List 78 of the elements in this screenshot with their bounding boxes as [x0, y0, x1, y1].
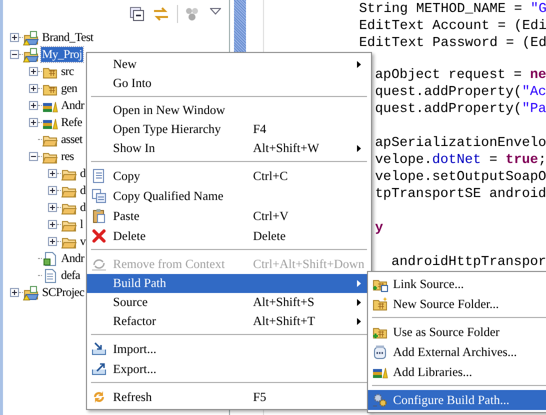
- collapse-icon[interactable]: [10, 50, 19, 59]
- project-folder-icon: [23, 30, 39, 46]
- documents-icon: [91, 188, 107, 204]
- tree-item[interactable]: Andr: [60, 98, 86, 113]
- expand-icon[interactable]: [48, 220, 57, 229]
- code-line: quest.addProperty("Ac: [375, 84, 546, 101]
- import-icon: [91, 341, 107, 357]
- document-icon: [42, 268, 58, 284]
- menu-item[interactable]: Delete Delete: [87, 226, 371, 246]
- tree-item[interactable]: Refe: [60, 115, 84, 130]
- tree-item[interactable]: v: [79, 234, 87, 249]
- tree-item[interactable]: gen: [60, 81, 78, 96]
- tree-item[interactable]: My_Proj: [41, 47, 83, 62]
- menu-item[interactable]: Show In Alt+Shift+W: [87, 139, 371, 158]
- menu-item[interactable]: Copy Ctrl+C: [87, 166, 371, 186]
- project-folder-icon: [23, 284, 39, 300]
- tree-item[interactable]: defa: [60, 268, 82, 283]
- menu-item[interactable]: Copy Qualified Name: [87, 186, 371, 206]
- expand-icon[interactable]: [48, 203, 57, 212]
- menu-item[interactable]: Open in New Window: [87, 101, 371, 120]
- dropdown-icon[interactable]: [210, 8, 221, 14]
- menu-item[interactable]: Import...: [87, 339, 371, 359]
- code-line: quest.addProperty("Pa: [375, 101, 546, 118]
- menu-item[interactable]: Go Into: [87, 74, 371, 93]
- tree-item[interactable]: SCProjec: [41, 285, 86, 300]
- collapse-icon[interactable]: [29, 152, 38, 161]
- code-line: velope.setOutputSoapO: [375, 169, 546, 186]
- tree-item[interactable]: res: [60, 149, 75, 164]
- tree-item[interactable]: l: [79, 217, 84, 232]
- document-icon: [42, 250, 58, 266]
- menu-item[interactable]: Use as Source Folder: [368, 322, 546, 342]
- code-line: androidHttpTranspor: [390, 254, 546, 271]
- menu-item[interactable]: Add Libraries...: [368, 362, 546, 382]
- package-folder-icon: [372, 296, 388, 312]
- tree-item[interactable]: d: [79, 200, 87, 215]
- expand-icon[interactable]: [10, 33, 19, 42]
- refresh-icon: [91, 389, 107, 405]
- code-line: EditText Account = (Edi: [359, 18, 546, 35]
- expand-icon[interactable]: [29, 118, 38, 127]
- export-icon: [91, 361, 107, 377]
- paste-icon: [91, 208, 107, 224]
- tree-item[interactable]: d: [79, 183, 87, 198]
- tree-item[interactable]: src: [60, 64, 75, 79]
- collapse-all-icon[interactable]: [129, 6, 145, 22]
- code-line: EditText Password = (Ed: [359, 35, 546, 52]
- menu-item[interactable]: Add External Archives...: [368, 342, 546, 362]
- menu-item[interactable]: Configure Build Path...: [368, 390, 546, 410]
- expand-icon[interactable]: [29, 101, 38, 110]
- expand-icon[interactable]: [29, 67, 38, 76]
- menu-item[interactable]: Source Alt+Shift+S: [87, 293, 371, 312]
- delete-icon: [91, 228, 107, 244]
- menu-item[interactable]: New: [87, 55, 371, 74]
- expand-icon[interactable]: [48, 237, 57, 246]
- menu-item[interactable]: Refactor Alt+Shift+T: [87, 312, 371, 331]
- code-line: String METHOD_NAME = "G: [359, 1, 546, 18]
- code-line: apObject request = ne: [375, 67, 546, 84]
- copy-icon: [91, 168, 107, 184]
- code-line: velope.dotNet = true;: [375, 152, 546, 169]
- menu-item[interactable]: New Source Folder...: [368, 294, 546, 314]
- expand-icon[interactable]: [48, 169, 57, 178]
- menu-item[interactable]: Open Type Hierarchy F4: [87, 120, 371, 139]
- menu-item[interactable]: Paste Ctrl+V: [87, 206, 371, 226]
- expand-icon[interactable]: [10, 288, 19, 297]
- jar-icon: [372, 344, 388, 360]
- expand-icon[interactable]: [48, 186, 57, 195]
- project-folder-icon: [23, 46, 39, 62]
- gears-icon: [372, 392, 388, 408]
- tree-item[interactable]: Andr: [60, 251, 86, 266]
- code-line: apSerializationEnvelo: [375, 135, 546, 152]
- tree-item[interactable]: asset: [60, 132, 84, 147]
- menu-item[interactable]: Refresh F5: [87, 387, 371, 407]
- tree-item[interactable]: d: [79, 166, 87, 181]
- expand-icon[interactable]: [29, 84, 38, 93]
- menu-item[interactable]: Link Source...: [368, 274, 546, 294]
- menu-item[interactable]: Export...: [87, 359, 371, 379]
- code-line: y: [375, 220, 384, 237]
- code-line: tpTransportSE android: [375, 186, 546, 203]
- tree-item[interactable]: Brand_Test: [41, 30, 94, 45]
